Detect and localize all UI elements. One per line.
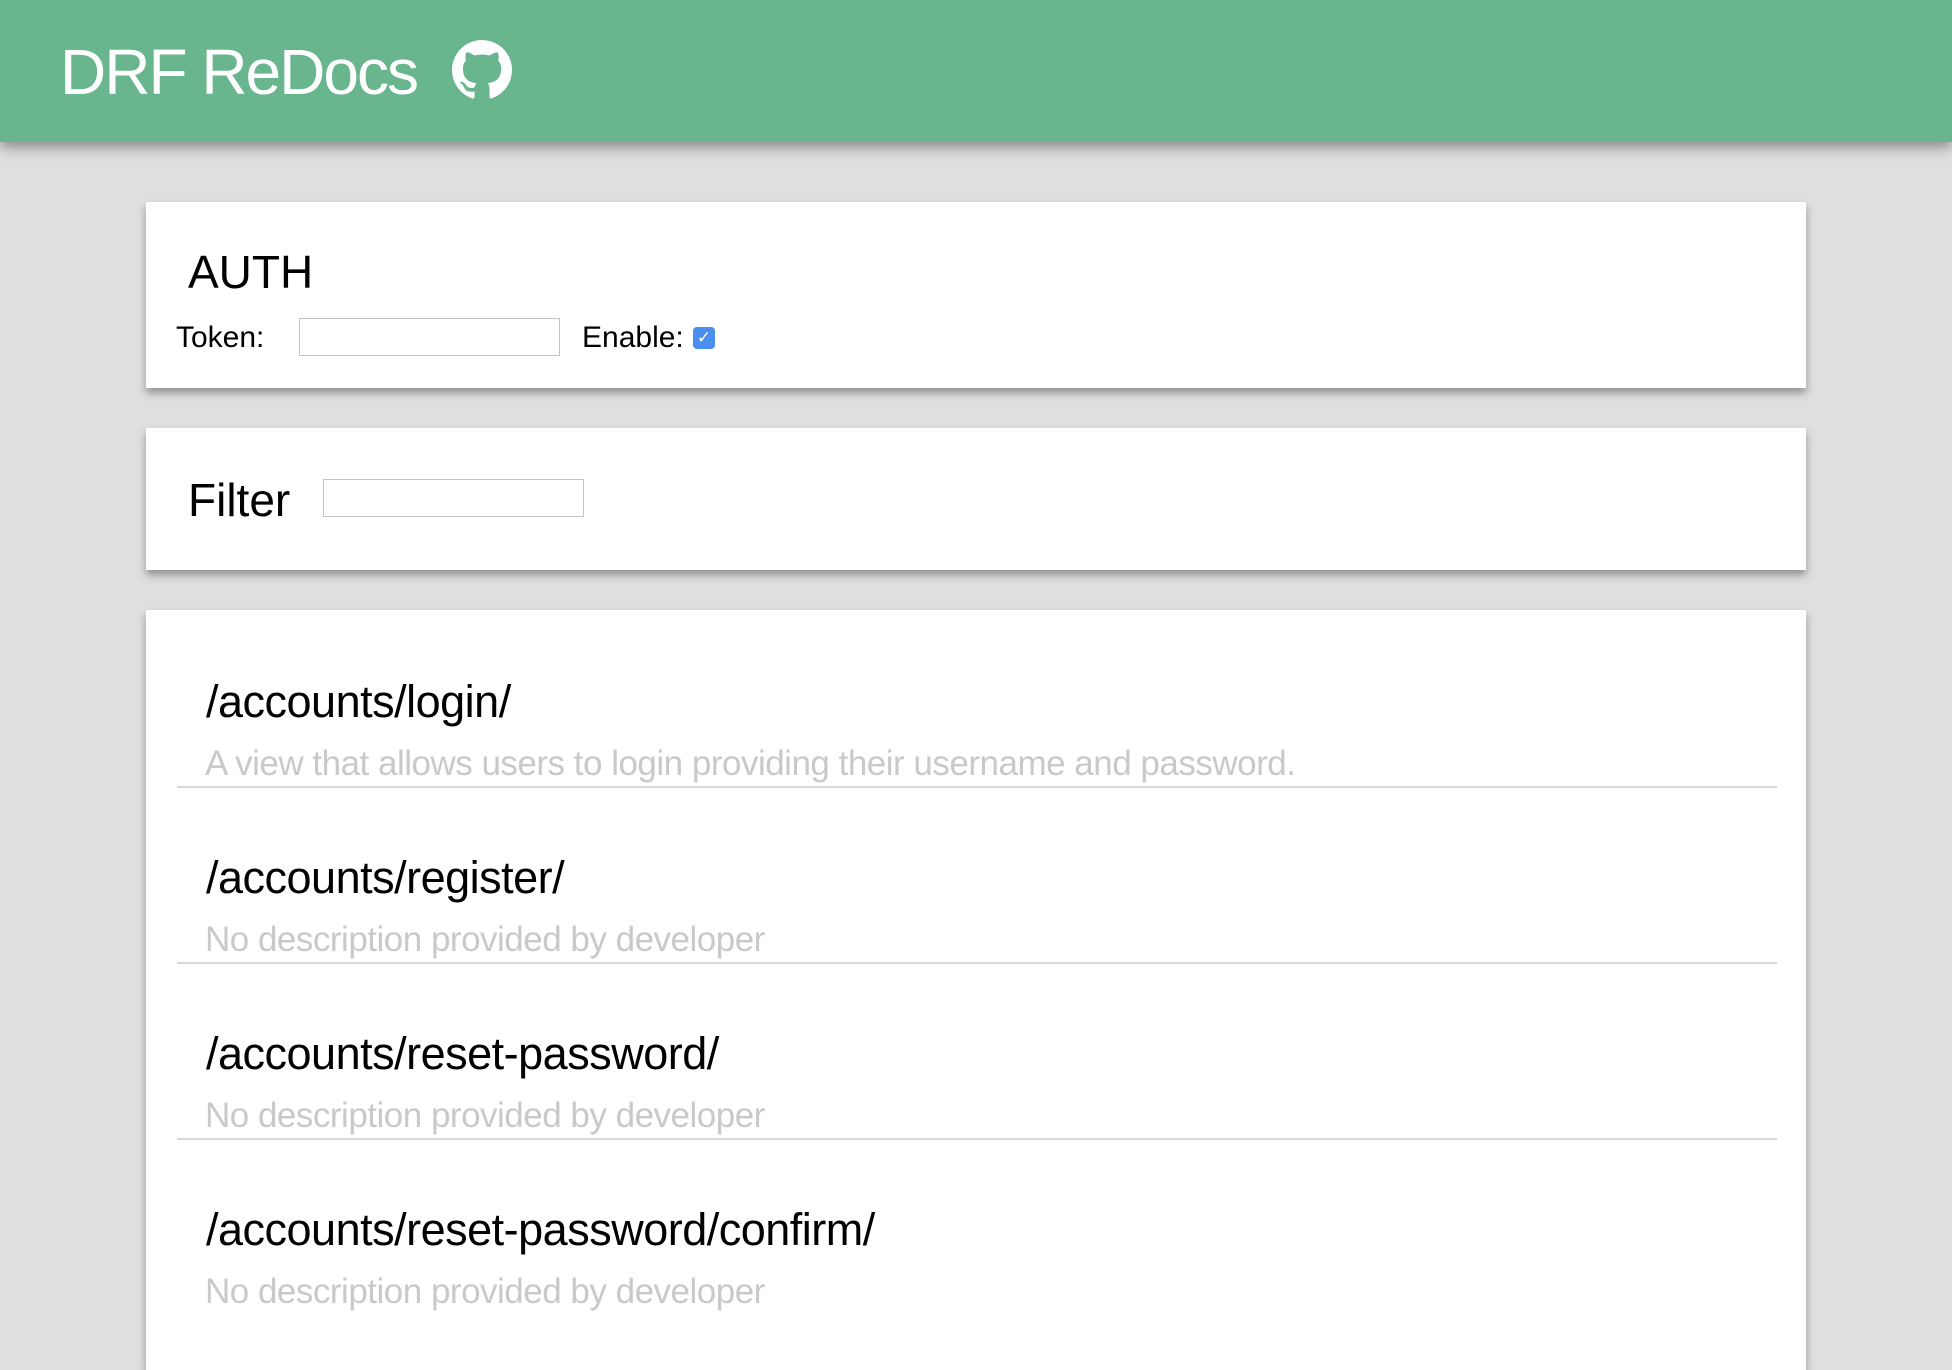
endpoint-description: No description provided by developer (205, 920, 765, 959)
endpoint-item[interactable]: /accounts/register/ No description provi… (177, 786, 1777, 964)
filter-panel: Filter (146, 428, 1806, 570)
enable-label: Enable: (582, 321, 684, 354)
endpoint-path[interactable]: /accounts/reset-password/confirm/ (206, 1202, 875, 1258)
token-label: Token: (176, 321, 265, 354)
endpoint-item[interactable]: /accounts/reset-password/confirm/ No des… (177, 1138, 1777, 1314)
app-header: DRF ReDocs (0, 0, 1952, 142)
enable-checkbox[interactable]: ✓ (693, 327, 715, 349)
endpoint-description: A view that allows users to login provid… (205, 744, 1296, 783)
filter-input[interactable] (323, 479, 584, 517)
auth-heading: AUTH (188, 246, 314, 298)
auth-panel: AUTH Token: Enable: ✓ (146, 202, 1806, 388)
github-icon[interactable] (452, 40, 512, 100)
app-title[interactable]: DRF ReDocs (60, 34, 419, 110)
filter-label: Filter (188, 474, 291, 526)
endpoint-list: /accounts/login/ A view that allows user… (146, 610, 1806, 1370)
endpoint-path[interactable]: /accounts/register/ (206, 850, 565, 906)
endpoint-item[interactable]: /accounts/login/ A view that allows user… (177, 610, 1777, 788)
endpoint-path[interactable]: /accounts/login/ (206, 674, 511, 730)
endpoint-description: No description provided by developer (205, 1096, 765, 1135)
endpoint-description: No description provided by developer (205, 1272, 765, 1311)
endpoint-path[interactable]: /accounts/reset-password/ (206, 1026, 719, 1082)
endpoint-item[interactable]: /accounts/reset-password/ No description… (177, 962, 1777, 1140)
token-input[interactable] (299, 318, 560, 356)
